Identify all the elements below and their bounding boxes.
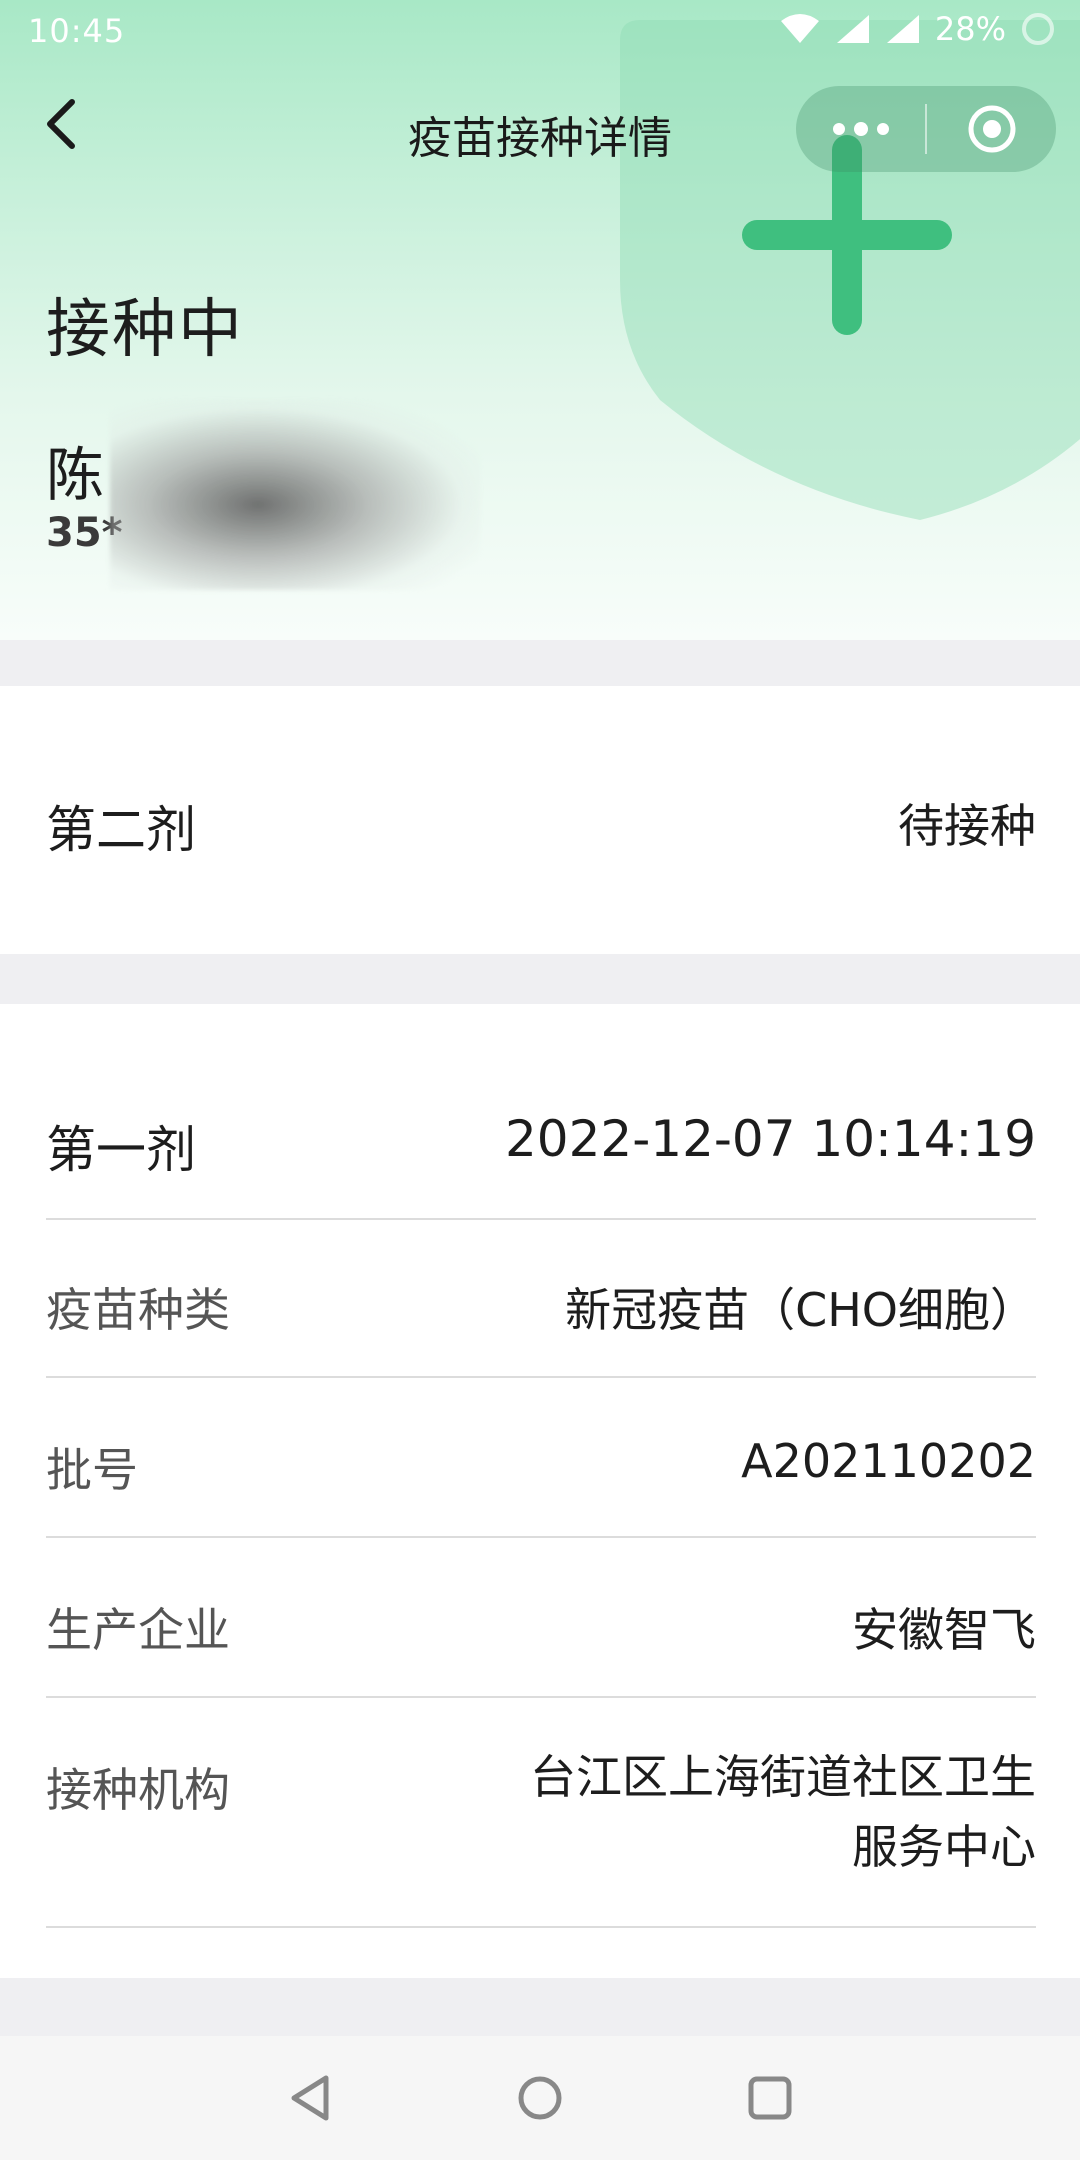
vaccine-type-value: 新冠疫苗（CHO细胞） — [565, 1283, 1036, 1337]
wifi-icon — [780, 14, 819, 43]
divider — [46, 1536, 1036, 1538]
institution-value-line1: 台江区上海街道社区卫生 — [530, 1750, 1036, 1804]
signal-icon — [886, 15, 919, 43]
divider — [46, 1926, 1036, 1928]
batch-number-row: 批号 A202110202 — [46, 1434, 1036, 1500]
second-dose-status: 待接种 — [898, 799, 1036, 853]
system-navigation-bar — [0, 2036, 1080, 2160]
more-dots-icon — [832, 122, 889, 136]
vaccine-type-label: 疫苗种类 — [46, 1283, 230, 1337]
batch-number-value: A202110202 — [741, 1434, 1036, 1488]
home-circle-icon — [518, 2076, 562, 2120]
target-close-icon — [968, 105, 1015, 153]
signal-icon — [836, 15, 869, 43]
batch-number-label: 批号 — [46, 1443, 138, 1497]
hero-header: 10:45 28% 疫苗接种详情 接种中 陈 35* — [0, 0, 1080, 640]
system-back-button[interactable] — [280, 2068, 340, 2128]
person-name: 陈 — [46, 441, 105, 509]
second-dose-label: 第二剂 — [46, 801, 196, 859]
first-dose-card: 第一剂 2022-12-07 10:14:19 疫苗种类 新冠疫苗（CHO细胞）… — [0, 1004, 1080, 1978]
second-dose-card: 第二剂 待接种 — [0, 686, 1080, 954]
vaccine-type-row: 疫苗种类 新冠疫苗（CHO细胞） — [46, 1274, 1036, 1340]
nav-bar: 疫苗接种详情 — [0, 66, 1080, 196]
second-dose-row: 第二剂 待接种 — [46, 790, 1036, 862]
divider — [46, 1218, 1036, 1220]
vaccination-status: 接种中 — [46, 293, 244, 367]
status-bar: 10:45 28% — [0, 0, 1080, 66]
first-dose-label: 第一剂 — [46, 1121, 196, 1179]
battery-percent: 28% — [934, 10, 1006, 48]
close-mini-program-button[interactable] — [927, 86, 1056, 172]
status-time: 10:45 — [28, 12, 126, 50]
mini-program-capsule — [796, 86, 1056, 172]
divider — [46, 1376, 1036, 1378]
manufacturer-row: 生产企业 安徽智飞 — [46, 1594, 1036, 1660]
back-triangle-icon — [291, 2075, 329, 2121]
redaction-scribble — [110, 400, 480, 590]
divider — [46, 1696, 1036, 1698]
system-recents-button[interactable] — [740, 2068, 800, 2128]
more-button[interactable] — [796, 86, 925, 172]
institution-value: 台江区上海街道社区卫生 服务中心 — [530, 1742, 1036, 1882]
status-icons: 28% — [779, 10, 1056, 48]
recents-square-icon — [748, 2076, 792, 2120]
institution-value-line2: 服务中心 — [852, 1820, 1036, 1874]
manufacturer-value: 安徽智飞 — [852, 1603, 1036, 1657]
battery-icon — [1022, 13, 1054, 45]
system-home-button[interactable] — [510, 2068, 570, 2128]
institution-row: 接种机构 台江区上海街道社区卫生 服务中心 — [46, 1750, 1036, 1882]
first-dose-datetime: 2022-12-07 10:14:19 — [504, 1110, 1036, 1168]
institution-label: 接种机构 — [46, 1763, 230, 1817]
first-dose-row: 第一剂 2022-12-07 10:14:19 — [46, 1110, 1036, 1182]
manufacturer-label: 生产企业 — [46, 1603, 230, 1657]
